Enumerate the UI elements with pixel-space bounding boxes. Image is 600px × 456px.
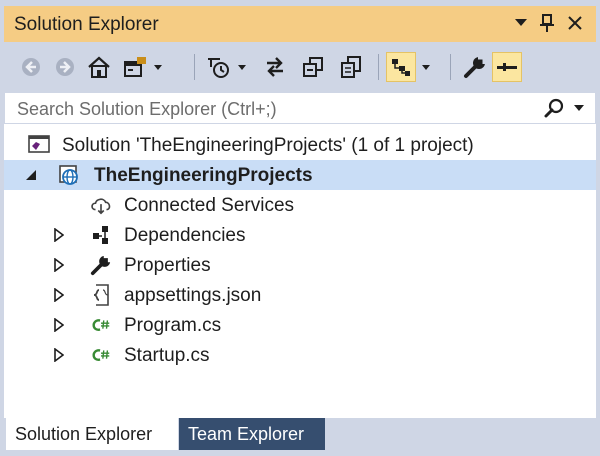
- solution-tree: Solution 'TheEngineeringProjects' (1 of …: [4, 124, 596, 418]
- title-bar: Solution Explorer: [4, 6, 596, 42]
- search-options-dropdown-icon[interactable]: [571, 97, 587, 119]
- window-menu-dropdown-icon[interactable]: [508, 10, 534, 36]
- show-all-files-icon[interactable]: [336, 52, 366, 82]
- tree-item-label: Startup.cs: [124, 345, 210, 366]
- toolbar-separator: [450, 54, 451, 80]
- solution-explorer-window: Solution Explorer Search Solution Explor…: [0, 0, 600, 456]
- tree-item-solution[interactable]: Solution 'TheEngineeringProjects' (1 of …: [4, 130, 596, 160]
- back-icon[interactable]: [16, 52, 46, 82]
- window-title: Solution Explorer: [14, 14, 159, 35]
- tree-item-project[interactable]: TheEngineeringProjects: [4, 160, 596, 190]
- sync-icon[interactable]: [260, 52, 290, 82]
- wrench-icon: [90, 254, 112, 276]
- csharp-file-icon: [90, 314, 112, 336]
- tree-item-label: Program.cs: [124, 315, 222, 336]
- tree-item-dependencies[interactable]: Dependencies: [4, 220, 596, 250]
- tree-item-properties[interactable]: Properties: [4, 250, 596, 280]
- dependencies-icon: [90, 224, 112, 246]
- toolbar-separator: [378, 54, 379, 80]
- toolbar-separator: [194, 54, 195, 80]
- forward-icon[interactable]: [50, 52, 80, 82]
- tree-item-connected-services[interactable]: Connected Services: [4, 190, 596, 220]
- pin-icon[interactable]: [534, 10, 560, 36]
- tree-item-program-cs[interactable]: Program.cs: [4, 310, 596, 340]
- collapsed-arrow-icon[interactable]: [52, 348, 66, 362]
- preview-selected-items-dropdown-icon[interactable]: [420, 52, 432, 82]
- pending-changes-dropdown-icon[interactable]: [236, 52, 248, 82]
- home-icon[interactable]: [84, 52, 114, 82]
- collapsed-arrow-icon[interactable]: [52, 318, 66, 332]
- tree-item-label: appsettings.json: [124, 285, 262, 306]
- csharp-file-icon: [90, 344, 112, 366]
- collapse-all-icon[interactable]: [298, 52, 328, 82]
- tree-item-appsettings-json[interactable]: appsettings.json: [4, 280, 596, 310]
- close-icon[interactable]: [562, 10, 588, 36]
- pending-changes-icon[interactable]: [204, 52, 234, 82]
- tab-solution-explorer[interactable]: Solution Explorer: [6, 418, 178, 450]
- expanded-arrow-icon[interactable]: [24, 168, 38, 182]
- tab-team-explorer[interactable]: Team Explorer: [179, 418, 325, 450]
- tree-item-label: Dependencies: [124, 225, 246, 246]
- switch-views-dropdown-icon[interactable]: [152, 52, 164, 82]
- pin-to-toolbar-icon[interactable]: [492, 52, 522, 82]
- search-input[interactable]: [5, 93, 549, 125]
- switch-views-icon[interactable]: [120, 52, 150, 82]
- collapsed-arrow-icon[interactable]: [52, 288, 66, 302]
- toolbar: [4, 42, 596, 92]
- properties-icon[interactable]: [460, 52, 490, 82]
- json-file-icon: [90, 284, 112, 306]
- solution-label: Solution 'TheEngineeringProjects' (1 of …: [62, 135, 474, 156]
- bottom-tab-strip: Solution Explorer Team Explorer: [4, 418, 596, 456]
- collapsed-arrow-icon[interactable]: [52, 258, 66, 272]
- project-label: TheEngineeringProjects: [94, 165, 313, 186]
- connected-services-icon: [90, 194, 112, 216]
- web-project-icon: [58, 164, 80, 186]
- preview-selected-items-icon[interactable]: [386, 52, 416, 82]
- search-box: [4, 92, 596, 125]
- visual-studio-solution-icon: [28, 134, 50, 156]
- search-icon[interactable]: [543, 97, 565, 119]
- collapsed-arrow-icon[interactable]: [52, 228, 66, 242]
- tree-item-startup-cs[interactable]: Startup.cs: [4, 340, 596, 370]
- tree-item-label: Connected Services: [124, 195, 295, 216]
- tree-item-label: Properties: [124, 255, 211, 276]
